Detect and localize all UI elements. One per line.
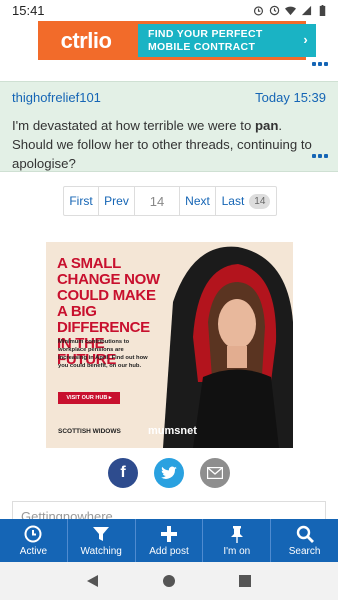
visit-hub-button[interactable]: VISIT OUR HUB ▸ — [58, 392, 120, 404]
page-first-button[interactable]: First — [64, 187, 99, 215]
ad-body-text: Minimum contributions to workplace pensi… — [58, 339, 148, 369]
email-share-icon[interactable] — [200, 458, 230, 488]
post-timestamp: Today 15:39 — [255, 90, 326, 105]
status-bar: 15:41 — [0, 0, 338, 20]
pension-ad[interactable]: A SMALL CHANGE NOW COULD MAKE A BIG DIFF… — [46, 242, 293, 448]
chevron-right-icon: › — [303, 32, 308, 47]
status-time: 15:41 — [12, 2, 45, 18]
twitter-share-icon[interactable] — [154, 458, 184, 488]
clock-icon — [24, 525, 42, 542]
system-nav-bar — [0, 562, 338, 600]
search-icon — [296, 525, 314, 543]
post-username[interactable]: thighofrelief101 — [12, 90, 101, 105]
back-icon[interactable] — [86, 575, 99, 587]
more-options-icon[interactable] — [312, 62, 328, 66]
forum-post: thighofrelief101 Today 15:39 I'm devasta… — [0, 81, 338, 172]
page-count-badge: 14 — [249, 193, 271, 209]
plus-icon — [160, 525, 177, 542]
wifi-icon — [285, 6, 296, 15]
facebook-share-icon[interactable]: f — [108, 458, 138, 488]
tab-im-on[interactable]: I'm on — [203, 519, 272, 562]
page-next-button[interactable]: Next — [180, 187, 216, 215]
scottish-widows-logo: SCOTTISH WIDOWS — [58, 428, 121, 435]
page-current-input[interactable]: 14 — [135, 187, 180, 215]
battery-icon — [319, 4, 326, 16]
signal-icon — [301, 5, 312, 15]
page-last-button[interactable]: Last 14 — [216, 187, 276, 215]
pagination: First Prev 14 Next Last 14 — [63, 186, 277, 216]
tab-search[interactable]: Search — [271, 519, 338, 562]
ad-logo: ctrlio — [60, 27, 112, 53]
top-banner-ad[interactable]: ctrlio FIND YOUR PERFECT MOBILE CONTRACT… — [38, 21, 316, 60]
mumsnet-logo: mumsnet — [148, 425, 197, 437]
woman-in-hood-image — [163, 246, 293, 448]
sync-icon — [269, 5, 280, 15]
recents-icon[interactable] — [239, 575, 252, 587]
filter-icon — [93, 526, 110, 541]
tab-watching[interactable]: Watching — [68, 519, 136, 562]
tab-add-post[interactable]: Add post — [136, 519, 204, 562]
post-body: I'm devastated at how terrible we were t… — [12, 118, 312, 171]
bottom-tab-bar: Active Watching Add post I'm on Search — [0, 519, 338, 562]
pin-icon — [230, 525, 243, 543]
alarm-icon — [253, 5, 264, 15]
ad-cta-button[interactable]: FIND YOUR PERFECT MOBILE CONTRACT › — [138, 24, 316, 57]
tab-active[interactable]: Active — [0, 519, 68, 562]
post-more-icon[interactable] — [312, 154, 328, 158]
home-icon[interactable] — [162, 574, 176, 588]
page-prev-button[interactable]: Prev — [99, 187, 135, 215]
